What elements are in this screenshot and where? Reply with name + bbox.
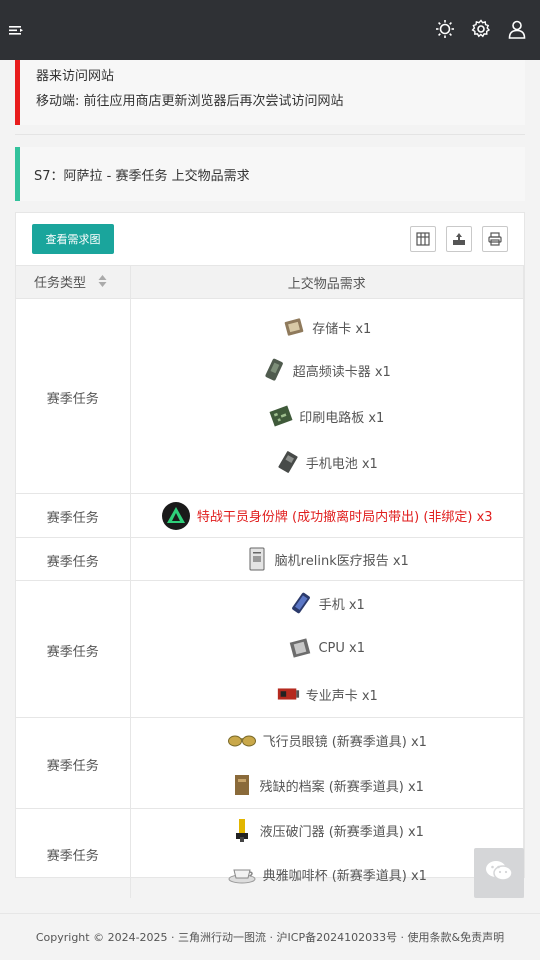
column-header-items: 上交物品需求 [130,265,524,299]
sun-icon[interactable] [432,16,458,42]
items-cell: 手机 x1 CPU x1 专业声卡 x1 [130,580,524,718]
list-item: 残缺的档案 (新赛季道具) x1 [230,762,424,808]
table-row: 赛季任务 液压破门器 (新赛季道具) x1 典雅咖啡杯 (新赛季道具) x1 [16,808,524,898]
item-label: 脑机relink医疗报告 x1 [274,553,409,569]
task-type-cell: 赛季任务 [16,580,131,718]
items-cell: 飞行员眼镜 (新赛季道具) x1 残缺的档案 (新赛季道具) x1 [130,717,524,809]
menu-fold-icon[interactable] [8,22,24,38]
alert-line-1: 器来访问网站 [36,69,115,84]
list-item: 脑机relink医疗报告 x1 [131,540,524,578]
cpu-icon [288,636,312,660]
table-row: 赛季任务 手机 x1 CPU x1 专业声卡 x1 [16,580,524,718]
item-label: 超高频读卡器 x1 [292,364,391,380]
task-type-cell: 赛季任务 [16,808,131,898]
items-cell: 存储卡 x1 超高频读卡器 x1 印刷电路板 x1 手机电池 x1 [130,298,524,494]
list-item: 专业声卡 x1 [276,671,378,717]
columns-icon[interactable] [410,226,436,252]
circuit-board-icon [269,404,293,428]
print-icon[interactable] [482,226,508,252]
item-label: 专业声卡 x1 [305,688,378,704]
archive-file-icon [230,773,254,797]
item-label: 飞行员眼镜 (新赛季道具) x1 [262,734,427,750]
phone-battery-icon [276,450,300,474]
export-icon[interactable] [446,226,472,252]
task-type-cell: 赛季任务 [16,537,131,581]
item-label: 手机电池 x1 [305,456,378,472]
user-icon[interactable] [504,16,530,42]
items-cell: 脑机relink医疗报告 x1 [130,537,524,581]
view-chart-button[interactable]: 查看需求图 [32,224,114,254]
table-panel: 查看需求图 任务类型 上交物品需求 赛季任务 存储卡 x1 超高频读卡器 x1 … [15,212,525,898]
items-table: 任务类型 上交物品需求 赛季任务 存储卡 x1 超高频读卡器 x1 印刷电路板 … [16,265,524,898]
items-cell: 液压破门器 (新赛季道具) x1 典雅咖啡杯 (新赛季道具) x1 [130,808,524,898]
top-nav-bar [0,0,540,60]
column-header-type-label: 任务类型 [34,275,87,291]
browser-alert: 器来访问网站 移动端: 前往应用商店更新浏览器后再次尝试访问网站 [15,60,525,125]
card-reader-icon [263,358,287,382]
item-label: 液压破门器 (新赛季道具) x1 [259,824,424,840]
column-header-type[interactable]: 任务类型 [16,265,131,299]
item-label: 特战干员身份牌 (成功撤离时局内带出) (非绑定) x3 [196,510,493,525]
coffee-cup-icon [227,862,257,886]
list-item: 特战干员身份牌 (成功撤离时局内带出) (非绑定) x3 [131,497,524,535]
list-item: 超高频读卡器 x1 [263,347,391,393]
pilot-glasses-icon [227,728,257,752]
divider [15,134,525,135]
list-item: 手机 x1 [289,581,365,625]
sort-icon[interactable] [98,274,107,292]
list-item: 典雅咖啡杯 (新赛季道具) x1 [227,851,427,897]
list-item: 存储卡 x1 [282,307,371,347]
task-type-cell: 赛季任务 [16,298,131,494]
section-title-box: S7：阿萨拉 - 赛季任务 上交物品需求 [15,147,525,201]
items-cell: 特战干员身份牌 (成功撤离时局内带出) (非绑定) x3 [130,493,524,538]
list-item: CPU x1 [288,625,365,671]
section-title: S7：阿萨拉 - 赛季任务 上交物品需求 [34,168,250,184]
wechat-icon [484,858,514,888]
operator-tag-icon [161,501,191,531]
table-row: 赛季任务 脑机relink医疗报告 x1 [16,537,524,581]
settings-icon[interactable] [468,16,494,42]
table-row: 赛季任务 飞行员眼镜 (新赛季道具) x1 残缺的档案 (新赛季道具) x1 [16,717,524,809]
list-item: 液压破门器 (新赛季道具) x1 [230,809,424,851]
item-label: 典雅咖啡杯 (新赛季道具) x1 [262,868,427,884]
list-item: 印刷电路板 x1 [269,393,384,439]
hydraulic-breacher-icon [230,818,254,843]
item-label: 存储卡 x1 [312,321,372,337]
table-row: 赛季任务 特战干员身份牌 (成功撤离时局内带出) (非绑定) x3 [16,493,524,538]
medical-report-icon [245,547,269,571]
item-label: 印刷电路板 x1 [299,410,385,426]
item-label: 残缺的档案 (新赛季道具) x1 [259,779,424,795]
footer-divider [0,913,540,914]
task-type-cell: 赛季任务 [16,717,131,809]
memory-card-icon [282,315,306,339]
list-item: 手机电池 x1 [276,439,378,485]
item-label: 手机 x1 [318,597,365,613]
task-type-cell: 赛季任务 [16,493,131,538]
phone-icon [289,591,313,615]
table-row: 赛季任务 存储卡 x1 超高频读卡器 x1 印刷电路板 x1 手机电池 x1 [16,298,524,494]
table-toolbar: 查看需求图 [16,213,524,265]
footer-text: Copyright © 2024-2025 · 三角洲行动一图流 · 沪ICP备… [35,931,505,944]
alert-line-2: 移动端: 前往应用商店更新浏览器后再次尝试访问网站 [36,94,344,109]
list-item: 飞行员眼镜 (新赛季道具) x1 [227,718,427,762]
sound-card-icon [276,682,300,706]
item-label: CPU x1 [318,640,366,656]
wechat-button[interactable] [474,848,524,898]
